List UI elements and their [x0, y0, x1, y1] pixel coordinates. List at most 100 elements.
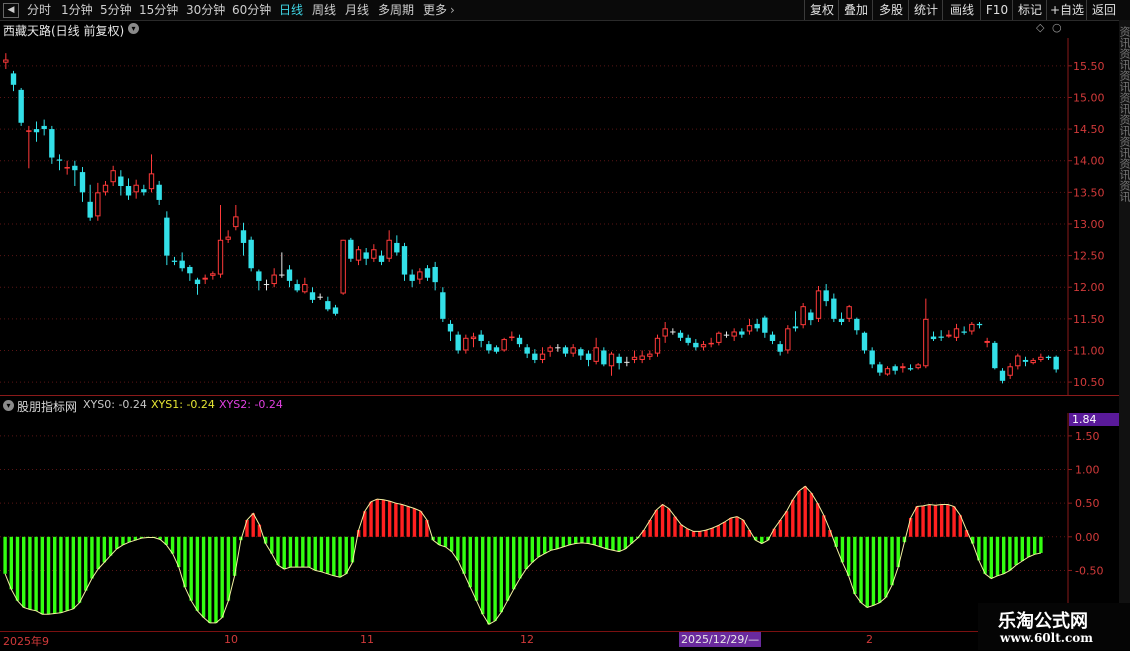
chevron-right-icon[interactable]: ›	[450, 2, 455, 18]
candle	[532, 349, 538, 364]
candle	[156, 180, 162, 205]
candle	[762, 315, 768, 338]
candle	[616, 353, 622, 370]
candle-body	[1038, 356, 1044, 360]
candle-body	[716, 332, 722, 343]
candle-body	[171, 260, 178, 262]
draw-line-button[interactable]: 画线	[942, 0, 981, 20]
period-tab-daily[interactable]: 日线	[279, 2, 303, 18]
candle-body	[118, 176, 124, 187]
histogram-bar	[1032, 536, 1037, 555]
histogram-bar	[53, 536, 57, 614]
period-tab-monthly[interactable]: 月线	[345, 2, 369, 18]
period-tab-more[interactable]: 更多	[423, 2, 447, 18]
candle	[884, 366, 891, 376]
stock-title: 西藏天路(日线 前复权)	[3, 24, 125, 38]
statistics-button[interactable]: 统计	[908, 0, 943, 20]
overlay-button[interactable]: 叠加	[838, 0, 873, 20]
chevron-down-icon[interactable]: ▾	[128, 23, 139, 34]
date-label: 12	[520, 633, 534, 646]
candle-body	[79, 172, 86, 193]
candle-body	[125, 186, 132, 196]
period-tab-5min[interactable]: 5分钟	[100, 2, 132, 18]
candle-body	[785, 328, 791, 351]
candle	[478, 330, 484, 348]
f10-button[interactable]: F10	[980, 0, 1013, 20]
multi-stock-button[interactable]: 多股	[872, 0, 909, 20]
histogram-bar	[183, 536, 187, 588]
histogram-bar	[325, 536, 330, 574]
candle	[309, 287, 316, 304]
candle-body	[647, 353, 653, 357]
candlestick-chart[interactable]: 15.50 15.00 14.50 14.00 13.50 13.00 12.50 12.00…	[0, 38, 1130, 396]
candle	[1045, 355, 1052, 360]
candle	[72, 160, 78, 187]
histogram-bar	[313, 536, 317, 571]
period-tab-30min[interactable]: 30分钟	[186, 2, 225, 18]
candle	[585, 350, 592, 367]
candle	[187, 265, 193, 281]
candle	[670, 328, 676, 335]
sidebar-text: 资讯资讯资讯资讯资讯资讯资讯资讯	[1119, 26, 1130, 202]
period-tab-60min[interactable]: 60分钟	[232, 2, 271, 18]
candle	[647, 350, 653, 360]
histogram-bar	[1026, 536, 1031, 557]
candle	[148, 154, 155, 193]
candle	[363, 247, 369, 266]
candle	[1053, 355, 1059, 373]
period-tab-15min[interactable]: 15分钟	[139, 2, 178, 18]
candle-body	[1007, 366, 1013, 376]
candle	[846, 304, 852, 322]
period-tab-multi[interactable]: 多周期	[378, 2, 414, 18]
period-tab-weekly[interactable]: 周线	[312, 2, 336, 18]
histogram-bar	[400, 504, 404, 537]
candle	[547, 345, 553, 357]
histogram-bar	[803, 486, 807, 537]
candle	[792, 311, 799, 332]
candle	[662, 321, 668, 343]
candle	[171, 256, 178, 266]
histogram-bar	[586, 536, 590, 544]
add-watchlist-button[interactable]: +自选	[1046, 0, 1087, 20]
chevron-down-icon[interactable]: ▾	[3, 400, 14, 411]
restore-rights-button[interactable]: 复权	[804, 0, 839, 20]
candle	[486, 340, 492, 354]
candle	[869, 347, 875, 369]
histogram-bar	[214, 536, 218, 623]
candle-body	[102, 184, 109, 193]
candle-body	[302, 284, 308, 293]
candle-body	[969, 323, 975, 332]
candle	[455, 331, 461, 354]
indicator-tick-label: 1.50	[1075, 430, 1100, 443]
candle	[800, 303, 806, 329]
histogram-bar	[121, 536, 125, 545]
back-arrow-icon[interactable]: ◀	[3, 3, 19, 18]
return-button[interactable]: 返回	[1086, 0, 1121, 20]
histogram-bar	[660, 504, 665, 537]
histogram-bar	[487, 536, 491, 625]
candle-body	[831, 298, 837, 319]
period-tab-1min[interactable]: 1分钟	[61, 2, 93, 18]
candle	[18, 87, 24, 126]
candle-body	[869, 350, 875, 365]
histogram-bar	[15, 536, 20, 601]
histogram-bar	[654, 509, 659, 537]
right-info-sidebar[interactable]: 资讯资讯资讯资讯资讯资讯资讯资讯	[1119, 20, 1130, 650]
histogram-bar	[505, 536, 510, 601]
indicator-chart[interactable]: 1.84 1.50 1.00 0.50 0.00 -0.50	[0, 413, 1130, 631]
candle-body	[777, 344, 783, 352]
candle	[95, 182, 101, 221]
histogram-bar	[536, 536, 541, 557]
histogram-bar	[592, 536, 597, 545]
candle-body	[72, 165, 78, 171]
candle	[509, 331, 515, 341]
mark-button[interactable]: 标记	[1012, 0, 1047, 20]
histogram-bar	[375, 499, 379, 537]
candle	[202, 274, 208, 285]
candle	[401, 242, 408, 281]
diamond-icon[interactable]: ◇	[1036, 21, 1044, 34]
histogram-bar	[412, 508, 417, 537]
circle-icon[interactable]: ○	[1052, 21, 1062, 34]
period-tab-timeshare[interactable]: 分时	[27, 2, 51, 18]
candle	[41, 119, 47, 136]
